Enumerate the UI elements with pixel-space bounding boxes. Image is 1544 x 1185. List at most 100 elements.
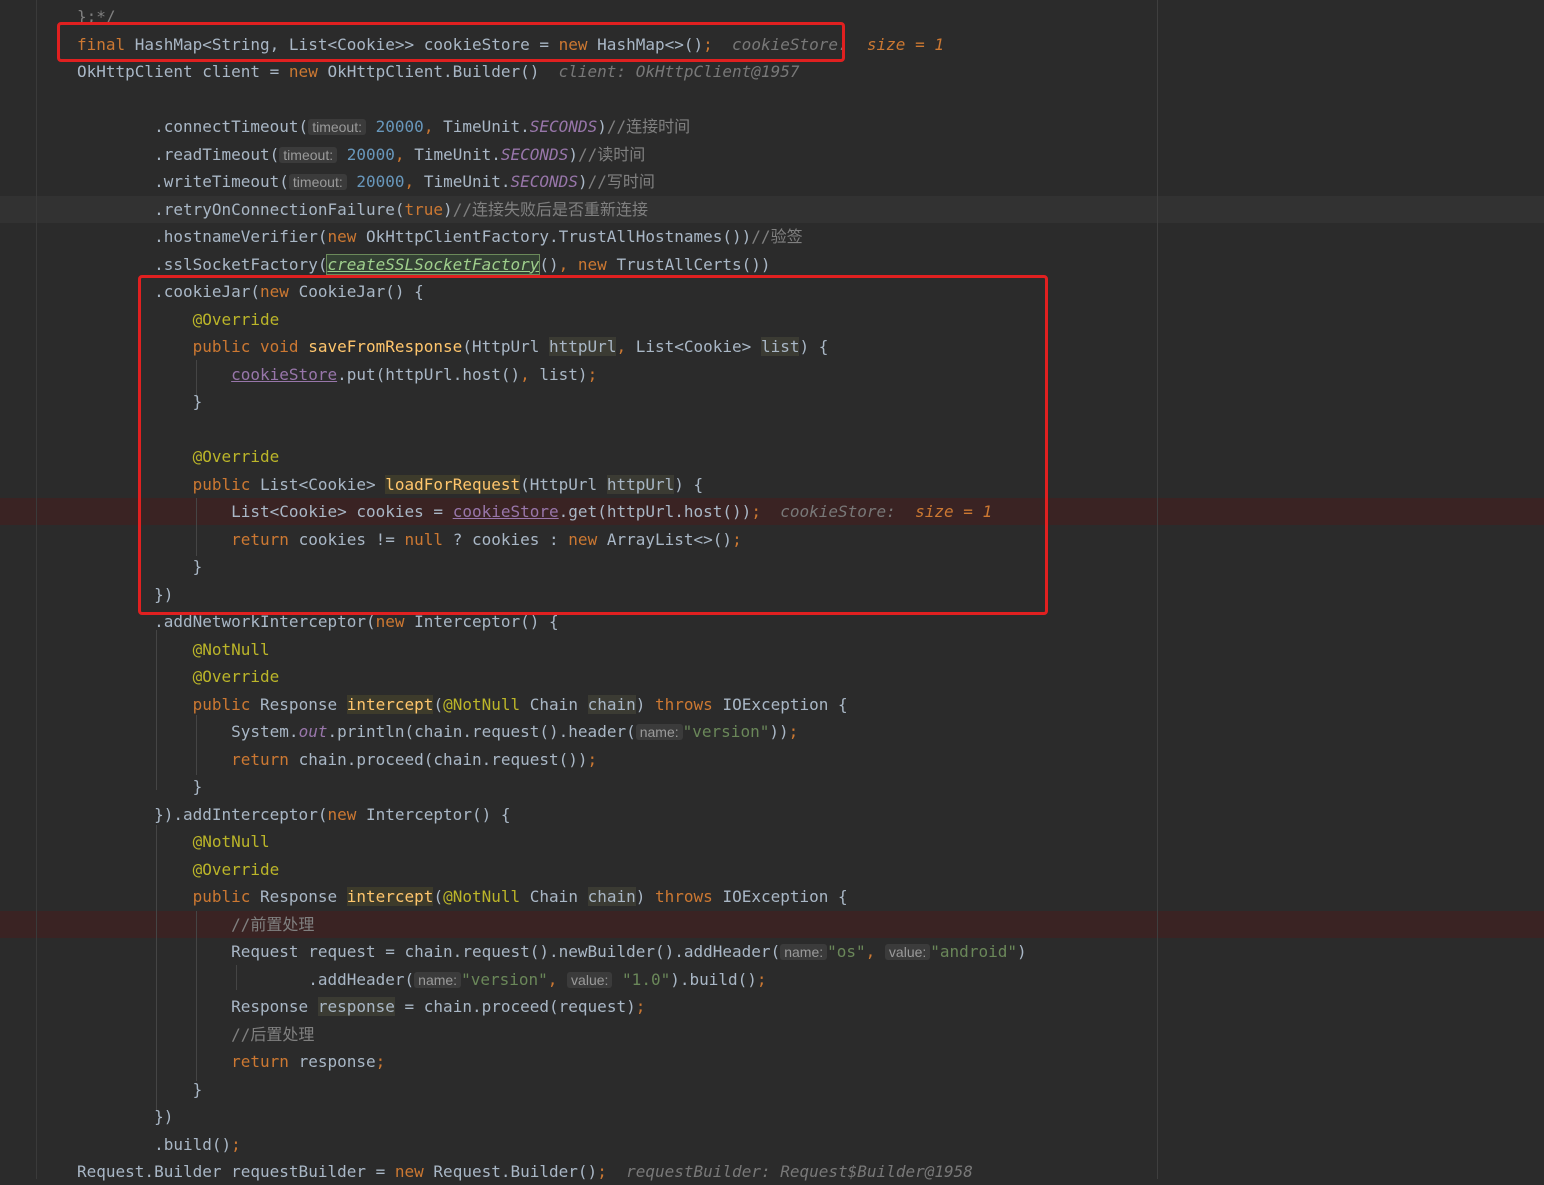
code-token: Chain <box>529 694 588 714</box>
code-line[interactable]: @NotNull <box>77 828 270 855</box>
code-token: TimeUnit. <box>443 117 530 136</box>
code-line[interactable]: .connectTimeout(timeout: 20000, TimeUnit… <box>77 113 690 140</box>
code-token: ) <box>635 887 656 906</box>
code-token: = chain.proceed(request) <box>394 997 636 1016</box>
code-token: .addHeader( <box>77 969 415 989</box>
code-token: ; <box>788 722 799 741</box>
code-token: public <box>192 887 261 906</box>
code-token: System. <box>77 722 299 741</box>
code-line[interactable]: Response response = chain.proceed(reques… <box>77 993 645 1020</box>
code-line[interactable]: @Override <box>77 663 280 690</box>
code-line[interactable]: public Response intercept(@NotNull Chain… <box>77 883 848 910</box>
code-line[interactable]: System.out.println(chain.request().heade… <box>77 718 798 745</box>
code-token: 20000 <box>346 144 395 164</box>
code-line[interactable]: }).addInterceptor(new Interceptor() { <box>77 801 510 828</box>
code-token: //后置处理 <box>231 1024 315 1044</box>
code-token: } <box>77 777 203 796</box>
code-token: @NotNull <box>443 887 530 906</box>
code-token: true <box>404 199 444 219</box>
code-token: response <box>298 1052 376 1071</box>
code-token: "version" <box>461 969 548 989</box>
code-line[interactable]: .readTimeout(timeout: 20000, TimeUnit.SE… <box>77 141 645 168</box>
code-token: .readTimeout( <box>77 144 280 164</box>
code-token: new <box>394 1162 434 1181</box>
code-token: new <box>327 804 366 824</box>
code-token: //读时间 <box>577 144 646 164</box>
code-token: ; <box>587 749 598 769</box>
code-token: ; <box>231 1134 241 1154</box>
code-token: OkHttpClient client = <box>77 62 289 81</box>
code-line[interactable]: } <box>77 773 203 800</box>
code-line[interactable]: OkHttpClient client = new OkHttpClient.B… <box>77 58 799 85</box>
code-token: ) <box>577 172 588 191</box>
code-line[interactable]: .retryOnConnectionFailure(true)//连接失败后是否… <box>77 196 648 223</box>
code-line[interactable]: .sslSocketFactory(createSSLSocketFactory… <box>77 251 771 278</box>
code-token: new <box>577 254 617 274</box>
code-token: //前置处理 <box>231 914 315 934</box>
code-token: .build() <box>77 1134 232 1154</box>
code-token: new <box>327 227 366 246</box>
code-token: ).build() <box>670 969 757 989</box>
code-line[interactable]: return chain.proceed(chain.request()); <box>77 746 597 773</box>
code-token: "os" <box>827 942 866 961</box>
code-line[interactable]: //后置处理 <box>77 1021 314 1048</box>
parameter-hint: name: <box>414 971 462 988</box>
code-token: ; <box>635 997 646 1016</box>
code-line[interactable]: return response; <box>77 1048 385 1075</box>
code-line[interactable]: .build(); <box>77 1131 241 1158</box>
code-token: , <box>558 254 578 274</box>
code-line[interactable]: } <box>77 1076 203 1103</box>
parameter-hint: name: <box>635 724 683 740</box>
parameter-hint: name: <box>780 944 828 960</box>
code-token: @NotNull <box>443 694 530 714</box>
code-token: , <box>865 942 885 961</box>
code-token: return <box>231 749 299 769</box>
code-line[interactable]: }) <box>77 1103 173 1130</box>
code-token: SECONDS <box>510 172 578 191</box>
parameter-hint: timeout: <box>279 146 338 163</box>
code-token: .retryOnConnectionFailure( <box>77 199 405 219</box>
code-token: () <box>539 254 559 274</box>
code-token: ; <box>375 1052 386 1071</box>
code-line[interactable]: public Response intercept(@NotNull Chain… <box>77 691 848 718</box>
code-token: IOException { <box>722 887 848 906</box>
code-token: requestBuilder: Request$Builder@1958 <box>606 1162 973 1181</box>
code-token: Chain <box>529 887 588 906</box>
code-token: , <box>394 144 415 164</box>
code-line[interactable]: .hostnameVerifier(new OkHttpClientFactor… <box>77 223 803 250</box>
code-token: //连接时间 <box>606 117 691 136</box>
annotation-box-cookiestore <box>57 22 845 62</box>
parameter-hint: value: <box>884 944 931 960</box>
code-line[interactable]: Request request = chain.request().newBui… <box>77 938 1027 965</box>
code-line[interactable]: @Override <box>77 856 280 883</box>
code-token: 20000 <box>356 172 405 191</box>
code-token: ) <box>1016 942 1027 961</box>
code-token: )) <box>769 722 789 741</box>
code-token: //连接失败后是否重新连接 <box>452 199 648 219</box>
gutter-divider <box>36 0 37 1179</box>
code-token: //验签 <box>751 227 803 246</box>
code-token: .writeTimeout( <box>77 172 289 191</box>
code-line[interactable]: .writeTimeout(timeout: 20000, TimeUnit.S… <box>77 168 655 195</box>
code-token: "android" <box>930 942 1017 961</box>
code-token: , <box>404 172 424 191</box>
code-line[interactable]: //前置处理 <box>77 911 314 938</box>
code-token: throws <box>655 694 723 714</box>
code-token: 20000 <box>375 117 424 136</box>
code-token: TimeUnit. <box>423 172 511 191</box>
code-token: , <box>423 117 444 136</box>
code-line[interactable]: @NotNull <box>77 636 270 663</box>
code-token: response <box>317 997 395 1016</box>
code-token: } <box>77 1079 203 1099</box>
code-token: return <box>231 1052 299 1071</box>
code-line[interactable]: .addHeader(name: "version", value: "1.0")… <box>77 966 766 993</box>
code-line[interactable]: Request.Builder requestBuilder = new Req… <box>77 1158 973 1185</box>
code-token: chain.proceed(chain.request()) <box>298 749 588 769</box>
